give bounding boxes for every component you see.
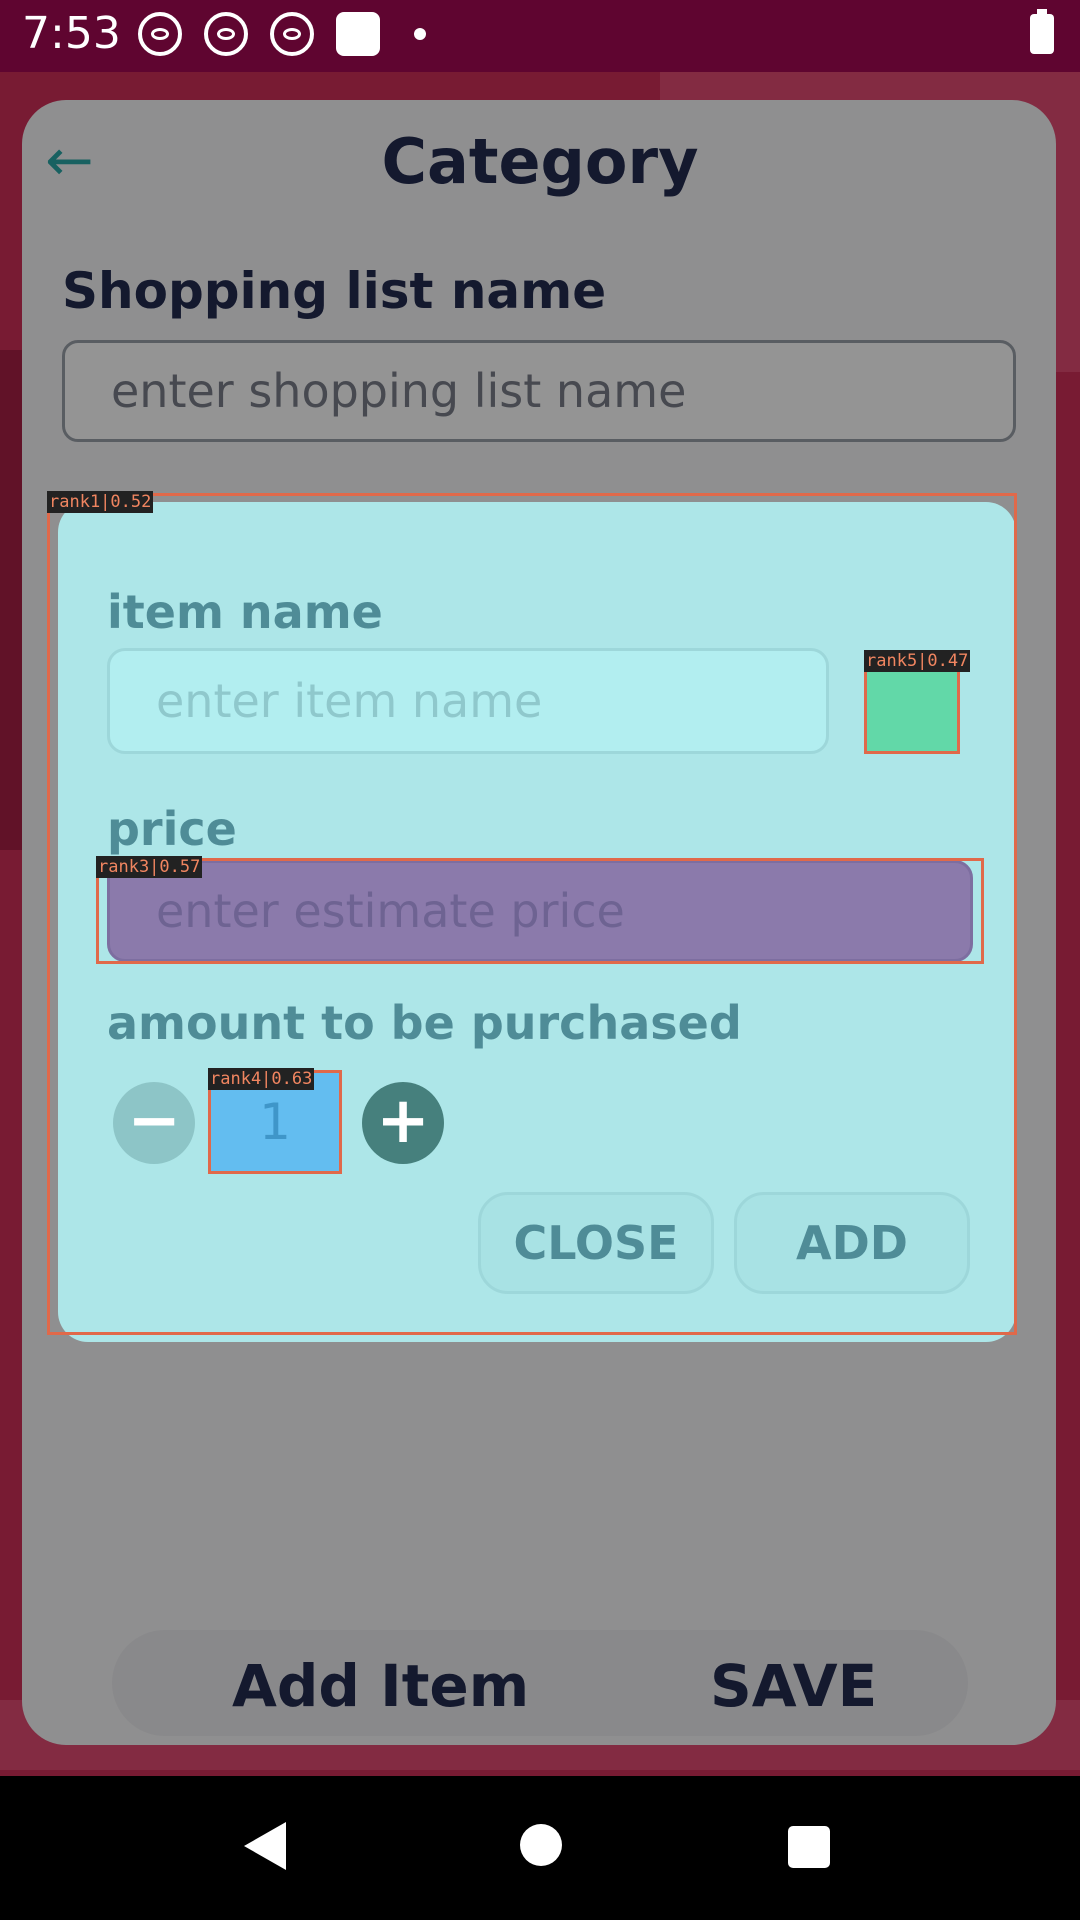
annotation-label-rank1: rank1|0.52 [47,491,154,513]
battery-charging-icon [1030,9,1054,54]
nav-home-icon[interactable] [520,1824,562,1866]
notification-icon [204,12,248,56]
status-icons [138,12,426,56]
annotation-label-rank5: rank5|0.47 [864,650,971,672]
annotation-box-rank1 [47,493,1017,1335]
square-icon [336,12,380,56]
notification-icon [270,12,314,56]
annotation-label-rank4: rank4|0.63 [208,1068,315,1090]
notification-icon [138,12,182,56]
status-bar: 7:53 [0,0,1080,72]
nav-recents-icon[interactable] [788,1826,830,1868]
nav-back-icon[interactable] [244,1822,286,1870]
dot-icon [414,28,426,40]
status-time: 7:53 [22,8,121,59]
annotation-label-rank3: rank3|0.57 [96,856,203,878]
